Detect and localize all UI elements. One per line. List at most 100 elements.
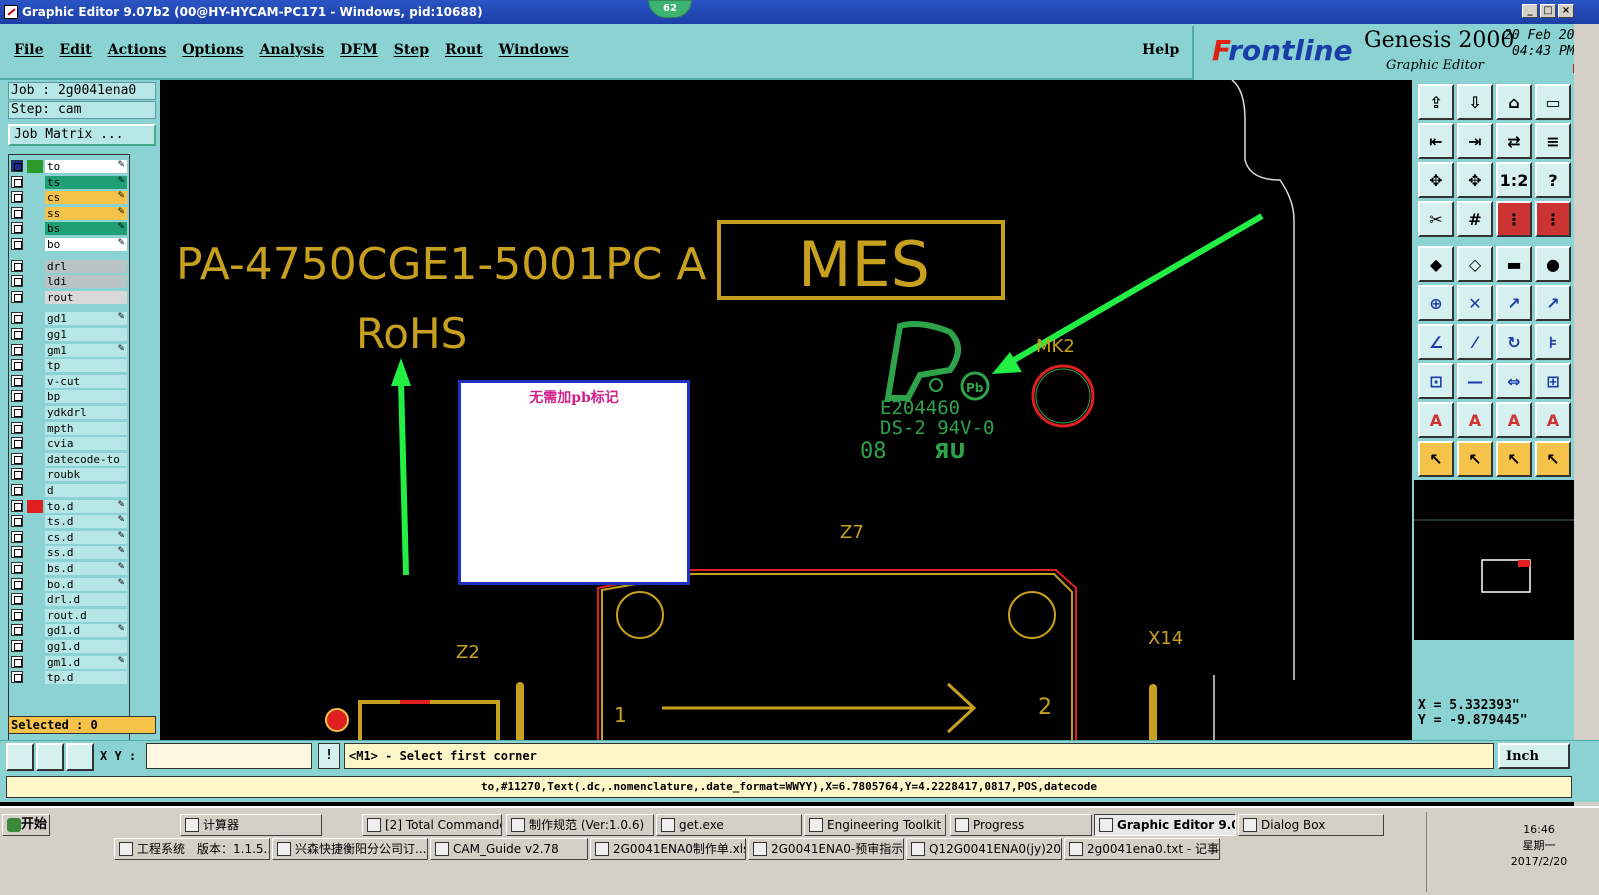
layer-checkbox[interactable] — [11, 160, 23, 172]
maximize-button[interactable]: □ — [1540, 4, 1556, 18]
layer-row-bp[interactable]: bp — [11, 389, 129, 404]
close-button[interactable]: × — [1558, 4, 1574, 18]
layer-row-to[interactable]: to ✎ — [11, 159, 129, 174]
edit-icon[interactable]: ✎ — [117, 222, 125, 232]
taskbar-item[interactable]: Graphic Editor 9.07... — [1094, 814, 1236, 836]
job-matrix-button[interactable]: Job Matrix ... — [8, 124, 156, 146]
xy-input[interactable] — [146, 743, 312, 769]
edit-icon[interactable]: ✎ — [117, 207, 125, 217]
taskbar-item[interactable]: Engineering Toolkit 9.... — [804, 814, 946, 836]
layer-checkbox[interactable] — [11, 437, 23, 450]
measure-icon[interactable] — [36, 743, 64, 771]
select-blue-icon[interactable]: ⊡ — [1418, 363, 1454, 399]
layer-row-gm1-d[interactable]: gm1.d ✎ — [11, 655, 129, 670]
layer-checkbox[interactable] — [11, 406, 23, 418]
layer-row-rout[interactable]: rout — [11, 290, 129, 305]
menu-actions[interactable]: Actions — [108, 42, 167, 58]
layer-row-ts[interactable]: ts ✎ — [11, 175, 129, 190]
layer-row-ydkdrl[interactable]: ydkdrl — [11, 405, 129, 420]
edit-icon[interactable]: ✎ — [117, 515, 125, 525]
taskbar-item[interactable]: Q12G0041ENA0(jy)2017... — [906, 838, 1062, 860]
taskbar-item[interactable]: get.exe — [656, 814, 802, 836]
drill-icon[interactable]: ✂ — [1418, 201, 1454, 237]
layer-checkbox[interactable] — [11, 238, 23, 250]
angle-icon[interactable]: ∠ — [1418, 324, 1454, 360]
pad-icon[interactable]: ◆ — [1418, 246, 1454, 282]
taskbar-item[interactable]: 兴森快捷衡阳分公司订... — [272, 838, 428, 860]
layer-checkbox[interactable] — [11, 624, 23, 637]
layer-checkbox[interactable] — [11, 515, 23, 528]
menu-rout[interactable]: Rout — [445, 42, 483, 58]
layer-checkbox[interactable] — [11, 671, 23, 684]
layer-checkbox[interactable] — [11, 655, 23, 668]
cross-icon[interactable]: ✕ — [1457, 285, 1493, 321]
menu-analysis[interactable]: Analysis — [259, 42, 324, 58]
layer-row-datecode-to[interactable]: datecode-to — [11, 452, 129, 467]
layer-checkbox[interactable] — [11, 562, 23, 574]
group-icon[interactable]: ⊞ — [1535, 363, 1571, 399]
taskbar-item[interactable]: 2G0041ENA0制作单.xls ... — [590, 838, 746, 860]
start-button[interactable]: 开始 — [2, 814, 50, 836]
units-selector[interactable]: Inch — [1498, 743, 1570, 769]
layer-row-tp[interactable]: tp — [11, 358, 129, 373]
layer-checkbox[interactable] — [11, 593, 23, 606]
layer-checkbox[interactable] — [11, 175, 23, 188]
node-blue-icon[interactable]: ⊕ — [1418, 285, 1454, 321]
layer-row-ss[interactable]: ss ✎ — [11, 206, 129, 221]
minus-icon[interactable]: — — [1457, 363, 1493, 399]
layer-checkbox[interactable] — [11, 530, 23, 543]
layer-row-bs[interactable]: bs ✎ — [11, 221, 129, 236]
taskbar-item[interactable]: [2] Total Commander ... — [362, 814, 502, 836]
layer-checkbox[interactable] — [11, 546, 23, 559]
grid-icon[interactable] — [66, 743, 94, 771]
taskbar-item[interactable]: 制作规范 (Ver:1.0.6) — [506, 814, 654, 836]
edit-icon[interactable]: ✎ — [117, 312, 125, 322]
home-icon[interactable]: ⌂ — [1496, 84, 1532, 120]
export-icon[interactable]: ⇥ — [1457, 123, 1493, 159]
text-d-icon[interactable]: A — [1535, 402, 1571, 438]
layer-checkbox[interactable] — [11, 484, 23, 496]
clock[interactable]: 16:46 星期一 2017/2/20 — [1509, 822, 1569, 870]
menu-file[interactable]: File — [14, 42, 43, 58]
edit-icon[interactable]: ✎ — [117, 191, 125, 201]
layer-row-cvia[interactable]: cvia — [11, 436, 129, 451]
layer-row-cs[interactable]: cs ✎ — [11, 190, 129, 205]
taskbar-item[interactable]: CAM_Guide v2.78 — [430, 838, 588, 860]
line-red-icon[interactable]: ↗ — [1496, 285, 1532, 321]
layer-row-gd1[interactable]: gd1 ✎ — [11, 311, 129, 326]
layer-row-drl[interactable]: drl — [11, 259, 129, 274]
menu-step[interactable]: Step — [394, 42, 429, 58]
slash-icon[interactable]: ⁄ — [1457, 324, 1493, 360]
text-b-icon[interactable]: A — [1457, 402, 1493, 438]
taskbar-item[interactable]: 工程系统 版本：1.1.5... — [114, 838, 270, 860]
zoom-area-icon[interactable] — [6, 743, 34, 771]
taskbar-item[interactable]: 计算器 — [180, 814, 322, 836]
edit-icon[interactable]: ✎ — [117, 531, 125, 541]
layer-row-tp-d[interactable]: tp.d — [11, 670, 129, 685]
taskbar-item[interactable]: 2g0041ena0.txt - 记事本 — [1064, 838, 1220, 860]
line-red-2-icon[interactable]: ↗ — [1535, 285, 1571, 321]
menu-windows[interactable]: Windows — [499, 42, 569, 58]
layer-row-rout-d[interactable]: rout.d — [11, 608, 129, 623]
layer-checkbox[interactable] — [11, 359, 23, 372]
layer-row-gg1[interactable]: gg1 — [11, 327, 129, 342]
shape-icon[interactable]: ◇ — [1457, 246, 1493, 282]
layer-row-to-d[interactable]: to.d ✎ — [11, 499, 129, 514]
layer-row-d[interactable]: d — [11, 483, 129, 498]
menu-help[interactable]: Help — [1142, 42, 1179, 58]
layer-row-ts-d[interactable]: ts.d ✎ — [11, 514, 129, 529]
edit-icon[interactable]: ✎ — [117, 546, 125, 556]
edit-icon[interactable]: ✎ — [117, 344, 125, 354]
edit-icon[interactable]: ✎ — [117, 160, 125, 170]
edit-icon[interactable]: ✎ — [117, 238, 125, 248]
layer-row-drl-d[interactable]: drl.d — [11, 592, 129, 607]
cursor-b-icon[interactable]: ↖ — [1457, 441, 1493, 477]
measure-icon[interactable]: ▬ — [1496, 246, 1532, 282]
help-icon[interactable]: ? — [1535, 162, 1571, 198]
layer-row-bo-d[interactable]: bo.d ✎ — [11, 577, 129, 592]
fit-icon[interactable]: ✥ — [1418, 162, 1454, 198]
window-icon[interactable]: ▭ — [1535, 84, 1571, 120]
layer-row-gg1-d[interactable]: gg1.d — [11, 639, 129, 654]
edit-icon[interactable]: ✎ — [117, 578, 125, 588]
layer-checkbox[interactable] — [11, 499, 23, 512]
